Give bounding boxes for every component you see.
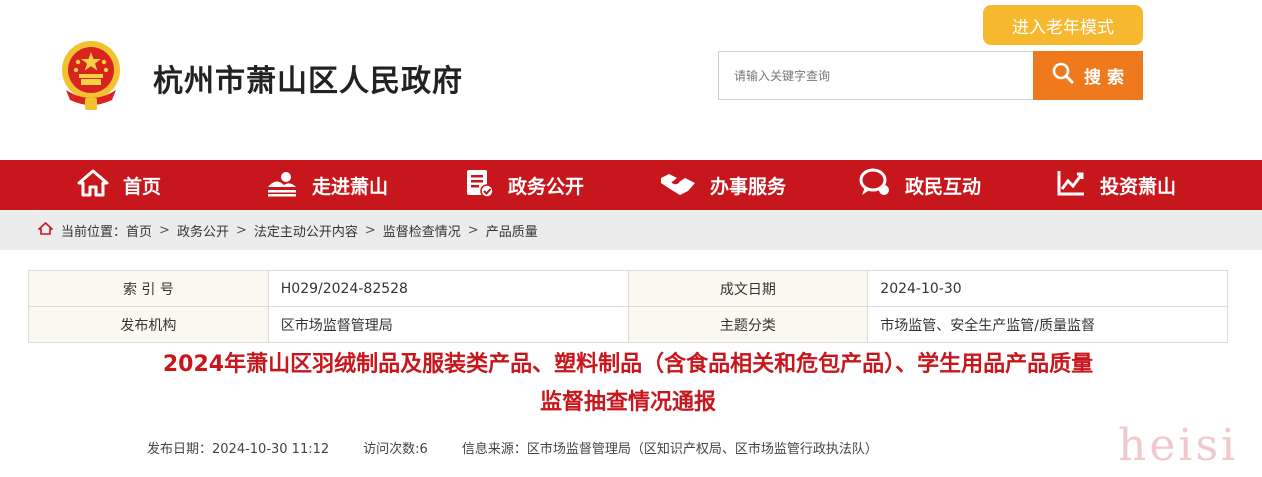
site-title[interactable]: 杭州市萧山区人民政府: [153, 56, 463, 100]
table-row: 发布机构 区市场监督管理局 主题分类 市场监管、安全生产监管/质量监督: [28, 306, 1228, 343]
date-value: 2024-10-30: [867, 270, 1228, 307]
document-icon: [464, 168, 494, 203]
publisher-value: 区市场监督管理局: [267, 306, 629, 343]
nav-item-investment[interactable]: 投资萧山: [1056, 160, 1176, 210]
info-source: 信息来源：区市场监督管理局（区知识产权局、区市场监管行政执法队）: [461, 442, 878, 457]
table-row: 索 引 号 H029/2024-82528 成文日期 2024-10-30: [28, 270, 1228, 307]
nav-item-gov-affairs[interactable]: 政务公开: [464, 160, 584, 210]
publisher-label: 发布机构: [28, 306, 269, 343]
watermark: heisi: [1118, 420, 1239, 471]
article-info: 发布日期：2024-10-30 11:12 访问次数:6 信息来源：区市场监督管…: [147, 438, 878, 457]
nav-item-services[interactable]: 办事服务: [660, 160, 786, 210]
nav-item-label: 首页: [123, 175, 162, 198]
nav-item-label: 政民互动: [905, 175, 982, 198]
location-home-icon: [36, 221, 55, 239]
breadcrumb-separator: >: [235, 222, 247, 238]
home-icon: [77, 169, 109, 202]
nav-item-about-xiaoshan[interactable]: 走进萧山: [266, 160, 388, 210]
index-label: 索 引 号: [28, 270, 269, 307]
elder-mode-button[interactable]: 进入老年模式: [983, 5, 1143, 45]
nav-item-interaction[interactable]: 政民互动: [859, 160, 981, 210]
nav-item-label: 走进萧山: [312, 175, 389, 198]
document-metadata-table: 索 引 号 H029/2024-82528 成文日期 2024-10-30 发布…: [28, 270, 1228, 343]
topic-label: 主题分类: [627, 306, 869, 343]
landscape-icon: [266, 169, 298, 202]
breadcrumb-link-statutory[interactable]: 法定主动公开内容: [254, 221, 358, 240]
search-icon: [1052, 62, 1074, 89]
breadcrumb-link-product-quality[interactable]: 产品质量: [486, 221, 538, 240]
nav-item-label: 投资萧山: [1100, 175, 1177, 198]
article-title-line: 监督抽查情况通报: [539, 390, 716, 415]
chart-icon: [1056, 169, 1086, 202]
main-nav: 首页 走进萧山 政务公开 办事服务 政民互动 投资萧山: [0, 160, 1262, 210]
breadcrumb-link-gov-affairs[interactable]: 政务公开: [177, 221, 229, 240]
nav-item-label: 办事服务: [710, 175, 787, 198]
search-input[interactable]: [719, 52, 1034, 99]
handshake-icon: [660, 169, 696, 202]
breadcrumb-prefix: 当前位置：: [61, 224, 127, 240]
breadcrumb-bar: 当前位置： 首页 > 政务公开 > 法定主动公开内容 > 监督检查情况 > 产品…: [0, 210, 1262, 250]
breadcrumb: 当前位置： 首页 > 政务公开 > 法定主动公开内容 > 监督检查情况 > 产品…: [36, 210, 538, 250]
breadcrumb-link-inspection[interactable]: 监督检查情况: [383, 221, 461, 240]
breadcrumb-separator: >: [364, 222, 376, 238]
national-emblem-icon: [58, 40, 124, 112]
nav-item-home[interactable]: 首页: [77, 160, 161, 210]
chat-icon: [859, 168, 891, 203]
date-label: 成文日期: [627, 270, 869, 307]
breadcrumb-link-home[interactable]: 首页: [126, 221, 152, 240]
breadcrumb-separator: >: [467, 222, 479, 238]
visit-count: 访问次数:6: [363, 442, 428, 457]
publish-date: 发布日期：2024-10-30 11:12: [147, 442, 330, 457]
article-title: 2024年萧山区羽绒制品及服装类产品、塑料制品（含食品相关和危包产品）、学生用品…: [28, 346, 1228, 422]
search-button-label: 搜 索: [1084, 68, 1124, 88]
article-title-line: 2024年萧山区羽绒制品及服装类产品、塑料制品（含食品相关和危包产品）、学生用品…: [162, 352, 1094, 377]
index-value: H029/2024-82528: [267, 270, 629, 307]
breadcrumb-separator: >: [159, 222, 170, 238]
search-button[interactable]: 搜 索: [1033, 51, 1143, 100]
nav-item-label: 政务公开: [508, 175, 585, 198]
search-box: [718, 51, 1034, 100]
topic-value: 市场监管、安全生产监管/质量监督: [867, 306, 1228, 343]
